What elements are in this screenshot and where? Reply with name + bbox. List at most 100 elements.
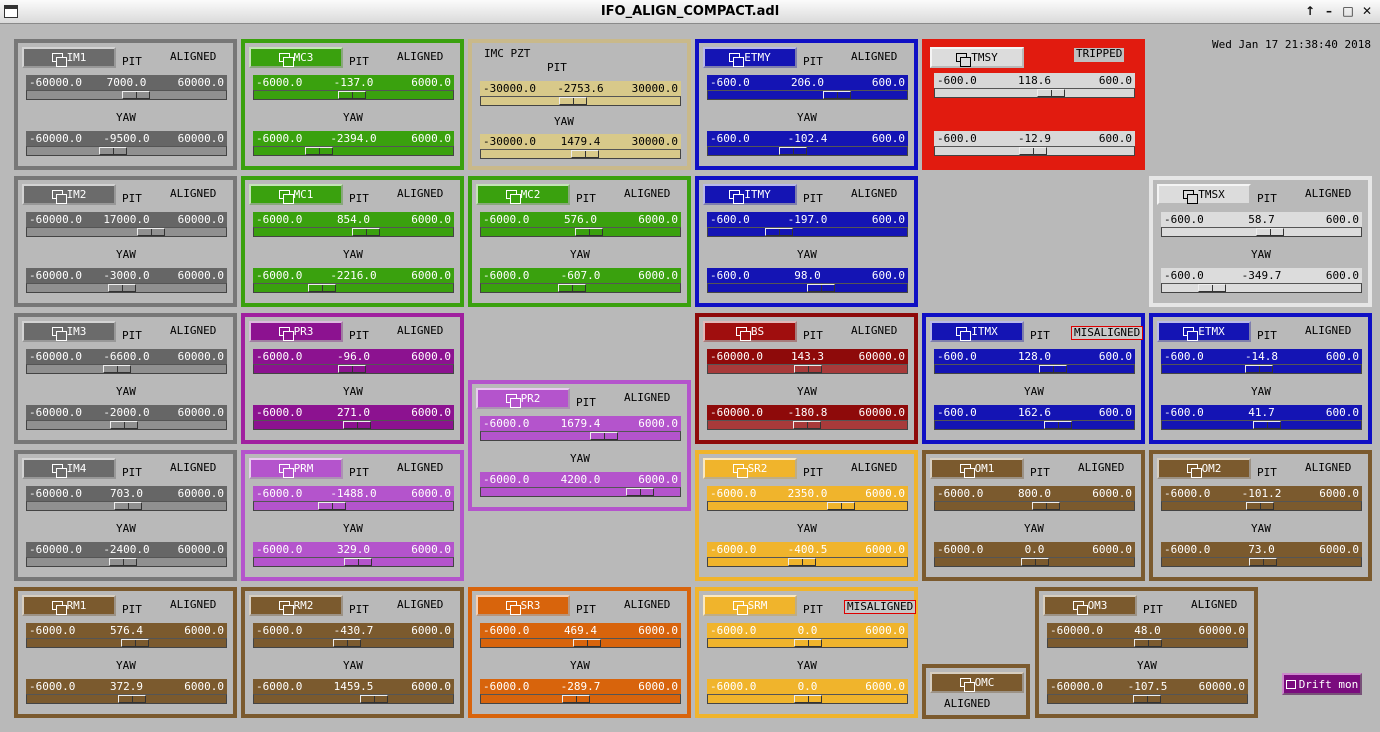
- yaw-slider-thumb[interactable]: [360, 695, 388, 703]
- pit-slider-thumb[interactable]: [1039, 365, 1067, 373]
- yaw-slider-thumb[interactable]: [344, 558, 372, 566]
- drift-mon-button[interactable]: Drift mon: [1282, 673, 1362, 695]
- sr2-yaw-slider[interactable]: [707, 557, 908, 567]
- yaw-slider-thumb[interactable]: [308, 284, 336, 292]
- prm-yaw-slider[interactable]: [253, 557, 454, 567]
- tmsy-pit-slider[interactable]: [934, 88, 1135, 98]
- im1-yaw-slider[interactable]: [26, 146, 227, 156]
- yaw-slider-thumb[interactable]: [794, 695, 822, 703]
- im3-button[interactable]: IM3: [22, 321, 116, 342]
- srm-pit-slider[interactable]: [707, 638, 908, 648]
- tmsx-pit-slider[interactable]: [1161, 227, 1362, 237]
- mc3-pit-slider[interactable]: [253, 90, 454, 100]
- im3-yaw-slider[interactable]: [26, 420, 227, 430]
- mc1-yaw-slider[interactable]: [253, 283, 454, 293]
- mc2-button[interactable]: MC2: [476, 184, 570, 205]
- bs-yaw-slider[interactable]: [707, 420, 908, 430]
- pit-slider-thumb[interactable]: [794, 365, 822, 373]
- pit-slider-thumb[interactable]: [1037, 89, 1065, 97]
- pit-slider-thumb[interactable]: [823, 91, 851, 99]
- om3-pit-slider[interactable]: [1047, 638, 1248, 648]
- rm2-pit-slider[interactable]: [253, 638, 454, 648]
- im2-yaw-slider[interactable]: [26, 283, 227, 293]
- pit-slider-thumb[interactable]: [590, 432, 618, 440]
- etmx-pit-slider[interactable]: [1161, 364, 1362, 374]
- im4-yaw-slider[interactable]: [26, 557, 227, 567]
- pit-slider-thumb[interactable]: [122, 91, 150, 99]
- pit-slider-thumb[interactable]: [318, 502, 346, 510]
- keep-above-icon[interactable]: ↑: [1303, 4, 1317, 18]
- om1-yaw-slider[interactable]: [934, 557, 1135, 567]
- sr3-yaw-slider[interactable]: [480, 694, 681, 704]
- itmx-button[interactable]: ITMX: [930, 321, 1024, 342]
- yaw-slider-thumb[interactable]: [1249, 558, 1277, 566]
- pit-slider-thumb[interactable]: [1032, 502, 1060, 510]
- pr3-yaw-slider[interactable]: [253, 420, 454, 430]
- om1-pit-slider[interactable]: [934, 501, 1135, 511]
- etmy-yaw-slider[interactable]: [707, 146, 908, 156]
- sr2-pit-slider[interactable]: [707, 501, 908, 511]
- yaw-slider-thumb[interactable]: [558, 284, 586, 292]
- yaw-slider-thumb[interactable]: [1253, 421, 1281, 429]
- yaw-slider-thumb[interactable]: [1198, 284, 1226, 292]
- mc1-button[interactable]: MC1: [249, 184, 343, 205]
- prm-button[interactable]: PRM: [249, 458, 343, 479]
- yaw-slider-thumb[interactable]: [343, 421, 371, 429]
- yaw-slider-thumb[interactable]: [1133, 695, 1161, 703]
- om3-yaw-slider[interactable]: [1047, 694, 1248, 704]
- mc2-pit-slider[interactable]: [480, 227, 681, 237]
- rm2-yaw-slider[interactable]: [253, 694, 454, 704]
- pit-slider-thumb[interactable]: [794, 639, 822, 647]
- yaw-slider-thumb[interactable]: [807, 284, 835, 292]
- pit-slider-thumb[interactable]: [575, 228, 603, 236]
- maximize-icon[interactable]: □: [1341, 4, 1355, 18]
- yaw-slider-thumb[interactable]: [571, 150, 599, 158]
- pit-slider-thumb[interactable]: [121, 639, 149, 647]
- pit-slider-thumb[interactable]: [827, 502, 855, 510]
- etmx-button[interactable]: ETMX: [1157, 321, 1251, 342]
- im1-pit-slider[interactable]: [26, 90, 227, 100]
- om2-yaw-slider[interactable]: [1161, 557, 1362, 567]
- yaw-slider-thumb[interactable]: [788, 558, 816, 566]
- pr2-pit-slider[interactable]: [480, 431, 681, 441]
- tmsy-yaw-slider[interactable]: [934, 146, 1135, 156]
- rm1-pit-slider[interactable]: [26, 638, 227, 648]
- tmsx-button[interactable]: TMSX: [1157, 184, 1251, 205]
- pr3-pit-slider[interactable]: [253, 364, 454, 374]
- itmy-pit-slider[interactable]: [707, 227, 908, 237]
- im4-pit-slider[interactable]: [26, 501, 227, 511]
- etmy-pit-slider[interactable]: [707, 90, 908, 100]
- yaw-slider-thumb[interactable]: [99, 147, 127, 155]
- sr3-pit-slider[interactable]: [480, 638, 681, 648]
- yaw-slider-thumb[interactable]: [1044, 421, 1072, 429]
- etmx-yaw-slider[interactable]: [1161, 420, 1362, 430]
- yaw-slider-thumb[interactable]: [108, 284, 136, 292]
- mc3-yaw-slider[interactable]: [253, 146, 454, 156]
- yaw-slider-thumb[interactable]: [118, 695, 146, 703]
- pit-slider-thumb[interactable]: [333, 639, 361, 647]
- pr2-button[interactable]: PR2: [476, 388, 570, 409]
- pit-slider-thumb[interactable]: [573, 639, 601, 647]
- etmy-button[interactable]: ETMY: [703, 47, 797, 68]
- om2-button[interactable]: OM2: [1157, 458, 1251, 479]
- pr3-button[interactable]: PR3: [249, 321, 343, 342]
- srm-button[interactable]: SRM: [703, 595, 797, 616]
- yaw-slider-thumb[interactable]: [1021, 558, 1049, 566]
- im1-button[interactable]: IM1: [22, 47, 116, 68]
- imc-pzt-yaw-slider[interactable]: [480, 149, 681, 159]
- tmsy-button[interactable]: TMSY: [930, 47, 1024, 68]
- yaw-slider-thumb[interactable]: [109, 558, 137, 566]
- yaw-slider-thumb[interactable]: [626, 488, 654, 496]
- yaw-slider-thumb[interactable]: [1019, 147, 1047, 155]
- pit-slider-thumb[interactable]: [1245, 365, 1273, 373]
- tmsx-yaw-slider[interactable]: [1161, 283, 1362, 293]
- yaw-slider-thumb[interactable]: [305, 147, 333, 155]
- rm1-yaw-slider[interactable]: [26, 694, 227, 704]
- om1-button[interactable]: OM1: [930, 458, 1024, 479]
- pit-slider-thumb[interactable]: [338, 91, 366, 99]
- rm1-button[interactable]: RM1: [22, 595, 116, 616]
- itmx-pit-slider[interactable]: [934, 364, 1135, 374]
- pit-slider-thumb[interactable]: [114, 502, 142, 510]
- mc3-button[interactable]: MC3: [249, 47, 343, 68]
- om2-pit-slider[interactable]: [1161, 501, 1362, 511]
